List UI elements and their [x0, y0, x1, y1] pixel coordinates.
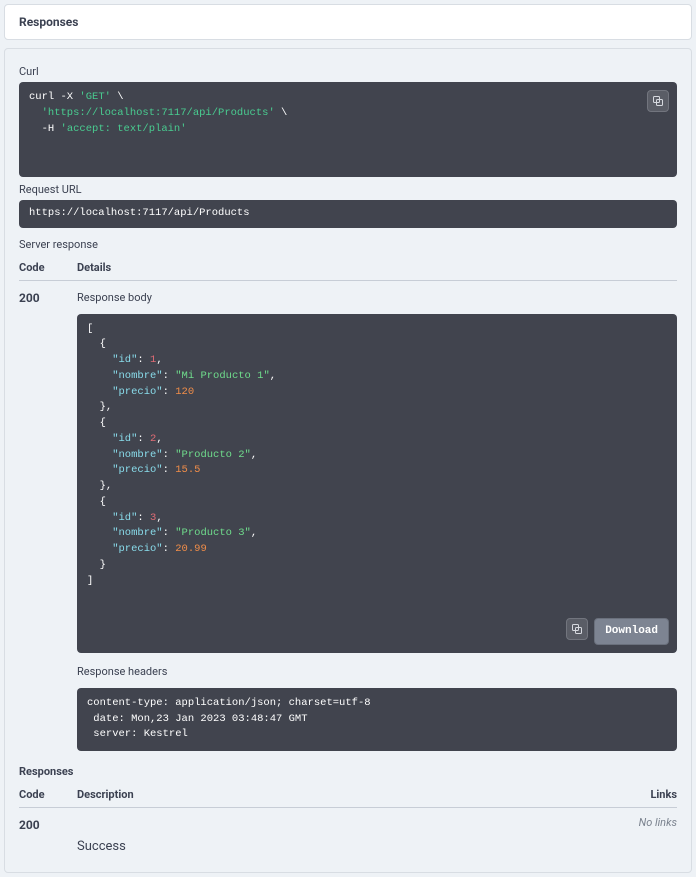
curl-codebox: curl -X 'GET' \ 'https://localhost:7117/…	[19, 82, 677, 177]
copy-icon	[571, 623, 583, 635]
request-url-box: https://localhost:7117/api/Products	[19, 200, 677, 228]
response-headers-label: Response headers	[77, 665, 677, 678]
curl-url: 'https://localhost:7117/api/Products'	[29, 107, 275, 119]
curl-bs2: \	[275, 107, 288, 119]
responses-doc-row: 200 No links Success	[19, 808, 677, 858]
download-label: Download	[605, 623, 658, 640]
no-links-text: No links	[77, 816, 677, 829]
response-details: Response body [ { "id": 1, "nombre": "Mi…	[77, 291, 677, 752]
responses-header-bar: Responses	[4, 4, 692, 40]
request-url-value: https://localhost:7117/api/Products	[29, 207, 250, 219]
server-response-row: 200 Response body [ { "id": 1, "nombre":…	[19, 281, 677, 756]
copy-body-button[interactable]	[566, 618, 588, 640]
curl-method: 'GET'	[79, 91, 111, 103]
response-body-codebox: [ { "id": 1, "nombre": "Mi Producto 1", …	[77, 314, 677, 653]
response-headers-codebox: content-type: application/json; charset=…	[77, 688, 677, 751]
response-body-buttons: Download	[566, 618, 669, 645]
curl-label: Curl	[19, 65, 677, 78]
copy-icon	[652, 95, 664, 107]
doc-status-code: 200	[19, 818, 77, 854]
doc-description-cell: No links Success	[77, 818, 677, 854]
curl-h: -H	[29, 123, 61, 135]
curl-accept: 'accept: text/plain'	[61, 123, 187, 135]
download-button[interactable]: Download	[594, 618, 669, 645]
response-body-label: Response body	[77, 291, 677, 304]
status-code: 200	[19, 291, 77, 752]
responses-doc-table-head: Code Description Links	[19, 782, 677, 808]
code-column-header: Code	[19, 261, 77, 274]
details-column-header: Details	[77, 261, 677, 274]
curl-text: curl -X	[29, 91, 79, 103]
response-headers-text: content-type: application/json; charset=…	[87, 697, 377, 741]
doc-desc-header: Description	[77, 788, 617, 801]
doc-links-header: Links	[617, 788, 677, 801]
server-response-table-head: Code Details	[19, 255, 677, 281]
curl-bs1: \	[111, 91, 124, 103]
doc-description: Success	[77, 831, 677, 854]
request-url-label: Request URL	[19, 183, 677, 196]
doc-code-header: Code	[19, 788, 77, 801]
server-response-label: Server response	[19, 238, 677, 251]
responses-doc-label: Responses	[19, 765, 677, 778]
response-body-json: [ { "id": 1, "nombre": "Mi Producto 1", …	[87, 323, 276, 587]
copy-curl-button[interactable]	[647, 90, 669, 112]
responses-title: Responses	[19, 15, 677, 29]
response-body-container: Curl curl -X 'GET' \ 'https://localhost:…	[4, 48, 692, 873]
